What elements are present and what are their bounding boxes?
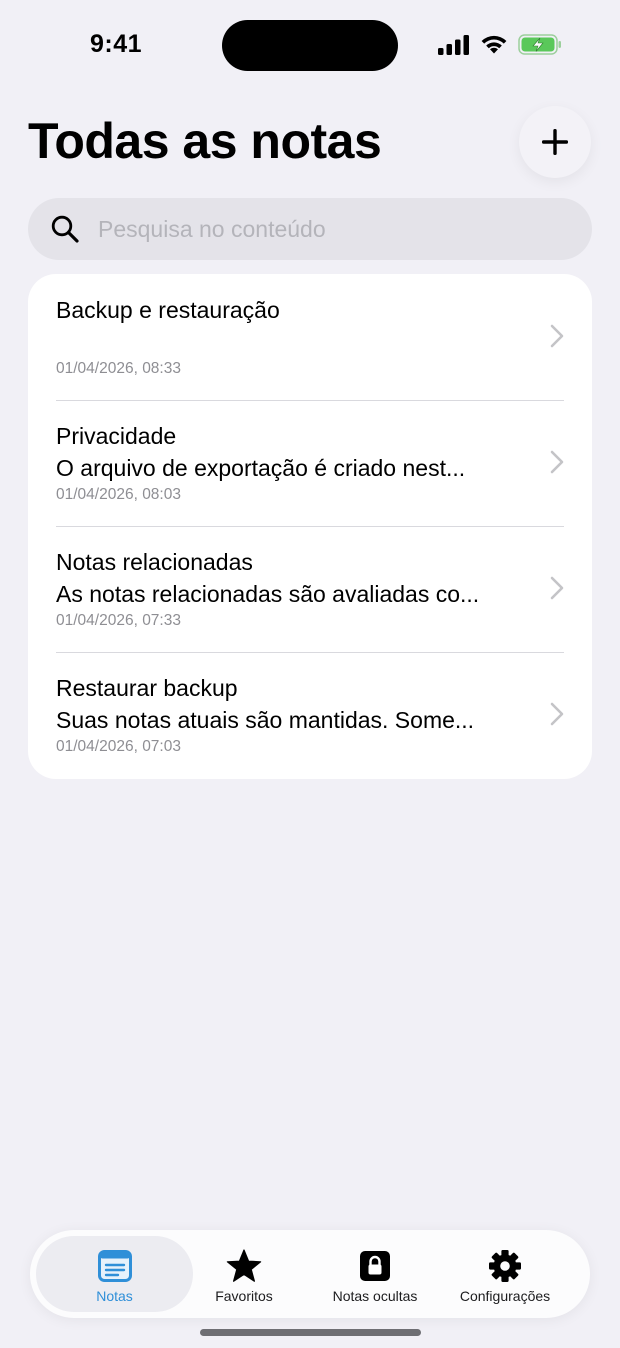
tab-configuracoes[interactable]: Configurações [445, 1236, 565, 1312]
note-date: 01/04/2026, 08:33 [56, 360, 181, 377]
status-bar: 9:41 [0, 0, 620, 90]
note-preview: O arquivo de exportação é criado nest... [56, 455, 466, 481]
note-item[interactable]: Notas relacionadas As notas relacionadas… [28, 526, 592, 652]
note-date: 01/04/2026, 08:03 [56, 486, 181, 503]
note-item[interactable]: Privacidade O arquivo de exportação é cr… [28, 400, 592, 526]
lock-icon [357, 1248, 393, 1284]
note-title: Backup e restauração [56, 297, 280, 323]
note-title: Restaurar backup [56, 675, 238, 701]
dynamic-island [222, 20, 398, 71]
add-note-button[interactable] [519, 106, 591, 178]
tab-label: Configurações [459, 1288, 551, 1304]
search-icon [50, 214, 80, 244]
search-input[interactable] [96, 214, 560, 244]
gear-icon [487, 1248, 523, 1284]
note-preview: Suas notas atuais são mantidas. Some... [56, 707, 475, 733]
page-title: Todas as notas [28, 113, 382, 169]
battery-icon [518, 34, 561, 55]
tab-favoritos[interactable]: Favoritos [193, 1236, 295, 1312]
note-icon [97, 1248, 133, 1284]
chevron-right-icon [550, 450, 564, 474]
note-title: Privacidade [56, 423, 177, 449]
note-title: Notas relacionadas [56, 549, 253, 575]
status-icons [438, 34, 562, 55]
chevron-right-icon [550, 324, 564, 348]
note-date: 01/04/2026, 07:33 [56, 612, 181, 629]
tab-bar: Notas Favoritos Notas ocultas Configuraç… [30, 1230, 590, 1318]
note-date: 01/04/2026, 07:03 [56, 738, 181, 755]
star-icon [226, 1248, 262, 1284]
tab-label: Notas ocultas [332, 1288, 418, 1304]
tab-notas-ocultas[interactable]: Notas ocultas [315, 1236, 435, 1312]
home-indicator [200, 1329, 421, 1336]
tab-notas[interactable]: Notas [36, 1236, 193, 1312]
status-time: 9:41 [90, 30, 143, 58]
note-preview: As notas relacionadas são avaliadas co..… [56, 581, 480, 607]
notes-list: Backup e restauração 01/04/2026, 08:33 P… [28, 274, 592, 779]
wifi-icon [481, 35, 507, 54]
note-item[interactable]: Backup e restauração 01/04/2026, 08:33 [28, 274, 592, 400]
tab-label: Favoritos [215, 1288, 273, 1304]
search-bar[interactable] [28, 198, 592, 260]
plus-icon [542, 129, 568, 155]
signal-icon [438, 34, 469, 55]
note-item[interactable]: Restaurar backup Suas notas atuais são m… [28, 652, 592, 778]
chevron-right-icon [550, 576, 564, 600]
chevron-right-icon [550, 702, 564, 726]
tab-label: Notas [96, 1288, 133, 1304]
